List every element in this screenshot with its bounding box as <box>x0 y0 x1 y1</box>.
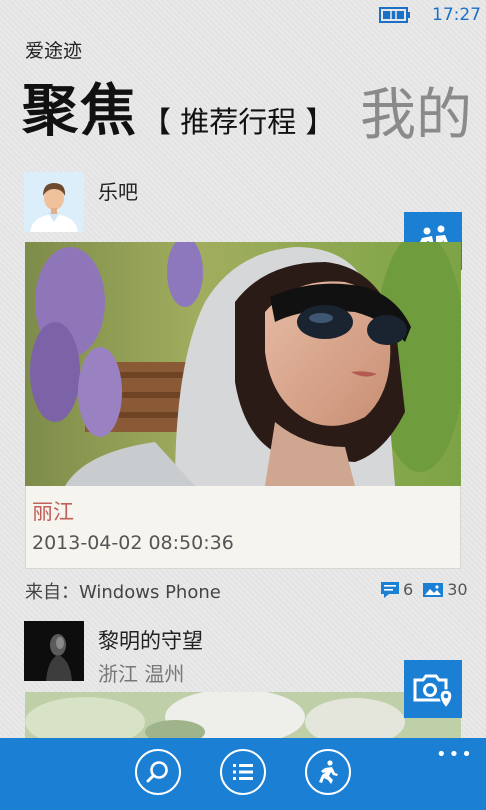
clock: 17:27 <box>432 5 481 25</box>
comment-icon <box>381 581 399 598</box>
post-location: 浙江 温州 <box>98 662 185 686</box>
photo-woman-sunglasses <box>25 242 461 486</box>
post-place[interactable]: 丽江 <box>32 496 74 526</box>
battery-charging-icon <box>379 7 410 23</box>
post-username[interactable]: 黎明的守望 <box>98 625 203 655</box>
photo-flowers <box>25 692 461 738</box>
pivot-item-focus[interactable]: 聚焦 <box>22 79 138 144</box>
post-photo[interactable] <box>25 242 461 486</box>
post-datetime: 2013-04-02 08:50:36 <box>32 532 234 554</box>
list-button[interactable] <box>220 749 266 795</box>
status-bar: 17:27 <box>0 0 486 32</box>
post-stats: 6 30 <box>380 580 468 599</box>
camera-location-icon <box>413 674 453 710</box>
avatar[interactable] <box>24 621 84 681</box>
post-info-card[interactable]: 丽江 2013-04-02 08:50:36 <box>25 486 461 569</box>
pivot-item-subtitle: 【 推荐行程 】 <box>142 105 335 139</box>
more-menu-button[interactable]: ••• <box>436 744 474 765</box>
trip-type-tile[interactable] <box>404 660 462 718</box>
application-bar: ••• <box>0 738 486 810</box>
avatar[interactable] <box>24 172 84 232</box>
post-photo[interactable] <box>25 692 461 738</box>
app-title: 爱途迹 <box>25 40 83 62</box>
post-username[interactable]: 乐吧 <box>98 176 138 205</box>
list-icon <box>233 764 253 780</box>
dark-portrait-avatar <box>24 621 84 681</box>
photo-count: 30 <box>447 580 468 599</box>
person-avatar-icon <box>24 172 84 232</box>
comment-count: 6 <box>403 580 414 599</box>
runner-icon <box>319 760 338 784</box>
post-source: 来自：Windows Phone <box>25 582 221 603</box>
photo-icon <box>423 582 444 597</box>
start-trip-button[interactable] <box>305 749 351 795</box>
pivot-item-mine[interactable]: 我的 <box>360 70 472 151</box>
pivot-header-active[interactable]: 聚焦【 推荐行程 】 <box>22 66 334 147</box>
search-icon <box>146 761 168 783</box>
search-button[interactable] <box>135 749 181 795</box>
